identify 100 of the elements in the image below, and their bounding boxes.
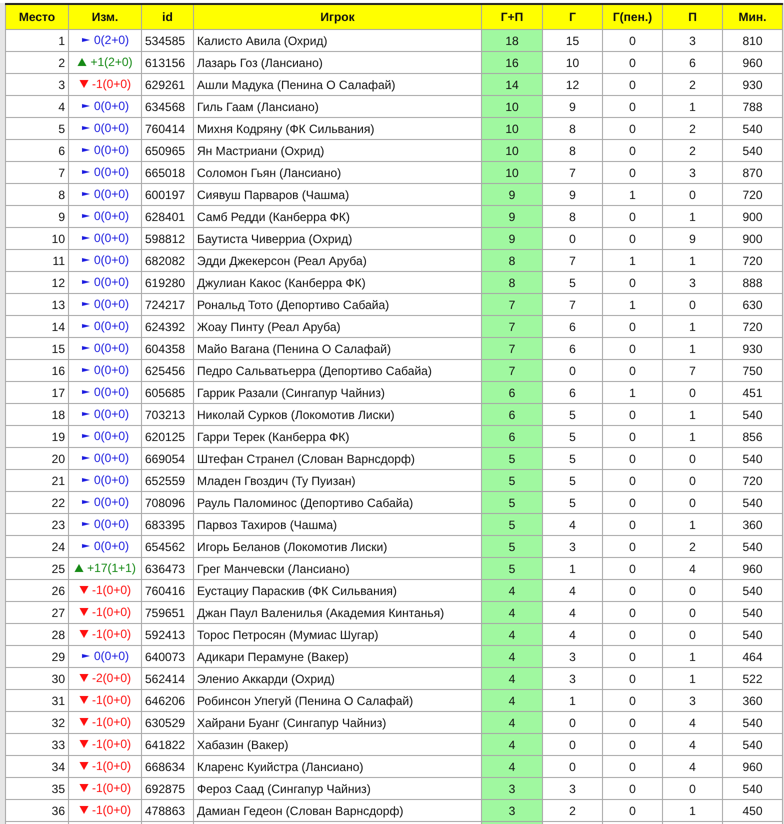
table-cell: 720 (722, 184, 782, 206)
table-cell: 540 (722, 712, 782, 734)
triangle-down-icon (78, 783, 89, 793)
change-value: -1(0+0) (92, 693, 132, 707)
table-cell: 4 (482, 602, 542, 624)
pointer-right-icon (80, 167, 91, 177)
table-cell: 27 (6, 602, 68, 624)
change-value: 0(0+0) (94, 143, 130, 157)
change-value: 0(0+0) (94, 253, 130, 267)
table-cell: 0 (662, 184, 722, 206)
table-cell: Калисто Авила (Охрид) (194, 30, 482, 52)
table-cell: 708096 (142, 492, 194, 514)
table-cell: 6 (662, 52, 722, 74)
table-cell: 1 (542, 558, 602, 580)
change-value: 0(0+0) (94, 451, 130, 465)
table-cell: 0 (602, 96, 662, 118)
table-cell: 5 (482, 492, 542, 514)
triangle-down-icon (78, 629, 89, 639)
table-cell: 1 (662, 800, 722, 822)
table-cell: 624392 (142, 316, 194, 338)
table-cell: 7 (482, 316, 542, 338)
table-cell: Михня Кодряну (ФК Сильвания) (194, 118, 482, 140)
table-cell: 7 (542, 162, 602, 184)
table-cell: 0 (602, 580, 662, 602)
table-cell: 3 (662, 162, 722, 184)
table-cell: 4 (542, 514, 602, 536)
table-cell: 5 (542, 470, 602, 492)
table-cell: 4 (482, 668, 542, 690)
pointer-right-icon (80, 123, 91, 133)
table-cell: 0 (602, 140, 662, 162)
table-cell: Дамиан Гедеон (Слован Варнсдорф) (194, 800, 482, 822)
table-cell: 0 (602, 206, 662, 228)
table-cell: 35 (6, 778, 68, 800)
table-cell: 4 (662, 558, 722, 580)
change-value: -1(0+0) (92, 605, 132, 619)
table-cell: Гаррик Разали (Сингапур Чайниз) (194, 382, 482, 404)
pointer-right-icon (80, 277, 91, 287)
pointer-right-icon (80, 475, 91, 485)
table-cell: 0 (602, 558, 662, 580)
table-cell: 0 (662, 382, 722, 404)
table-cell: 2 (662, 140, 722, 162)
table-cell: 888 (722, 272, 782, 294)
change-value: 0(0+0) (94, 495, 130, 509)
table-cell: 4 (542, 624, 602, 646)
table-cell: 0 (542, 228, 602, 250)
table-cell: Рональд Тото (Депортиво Сабайа) (194, 294, 482, 316)
table-cell: Хайрани Буанг (Сингапур Чайниз) (194, 712, 482, 734)
table-cell: 2 (542, 800, 602, 822)
table-cell: 3 (542, 668, 602, 690)
table-cell: 6 (6, 140, 68, 162)
pointer-right-icon (80, 299, 91, 309)
table-cell: 17 (6, 382, 68, 404)
table-cell: 8 (6, 184, 68, 206)
table-cell: Штефан Странел (Слован Варнсдорф) (194, 448, 482, 470)
pointer-right-icon (80, 387, 91, 397)
table-cell: 0 (602, 228, 662, 250)
triangle-up-icon (77, 57, 88, 67)
table-cell: 4 (6, 96, 68, 118)
table-cell: 12 (6, 272, 68, 294)
table-cell: Еустациу Параскив (ФК Сильвания) (194, 580, 482, 602)
triangle-down-icon (78, 739, 89, 749)
table-cell: 4 (662, 756, 722, 778)
table-cell: 3 (662, 272, 722, 294)
table-cell: 0 (662, 492, 722, 514)
table-cell: 625456 (142, 360, 194, 382)
triangle-down-icon (78, 585, 89, 595)
table-cell: Баутиста Чиверриа (Охрид) (194, 228, 482, 250)
table-cell: 2 (662, 536, 722, 558)
table-cell: 1 (662, 338, 722, 360)
table-cell: Кларенс Куийстра (Лансиано) (194, 756, 482, 778)
table-cell: 8 (542, 118, 602, 140)
triangle-down-icon (78, 761, 89, 771)
table-cell: 0 (662, 294, 722, 316)
table-cell: 1 (662, 316, 722, 338)
triangle-down-icon (78, 673, 89, 683)
table-cell: 18 (6, 404, 68, 426)
table-cell: 759651 (142, 602, 194, 624)
change-value: -1(0+0) (92, 627, 132, 641)
table-cell: Майо Вагана (Пенина О Салафай) (194, 338, 482, 360)
table-cell: 1 (662, 404, 722, 426)
table-cell: 636473 (142, 558, 194, 580)
table-cell: 0 (602, 756, 662, 778)
table-cell: Жоау Пинту (Реал Аруба) (194, 316, 482, 338)
table-cell: 960 (722, 52, 782, 74)
table-cell: 1 (662, 514, 722, 536)
table-cell: 4 (482, 624, 542, 646)
table-cell: 11 (6, 250, 68, 272)
change-value: -1(0+0) (92, 737, 132, 751)
table-cell: 4 (482, 734, 542, 756)
table-cell: 10 (482, 118, 542, 140)
table-cell: 0 (662, 580, 722, 602)
table-cell: 1 (662, 250, 722, 272)
pointer-right-icon (80, 519, 91, 529)
table-cell: 0 (602, 646, 662, 668)
table-cell: 703213 (142, 404, 194, 426)
table-cell: 0 (602, 778, 662, 800)
table-cell: 630 (722, 294, 782, 316)
change-value: 0(0+0) (94, 341, 130, 355)
table-cell: 540 (722, 140, 782, 162)
table-cell: 652559 (142, 470, 194, 492)
